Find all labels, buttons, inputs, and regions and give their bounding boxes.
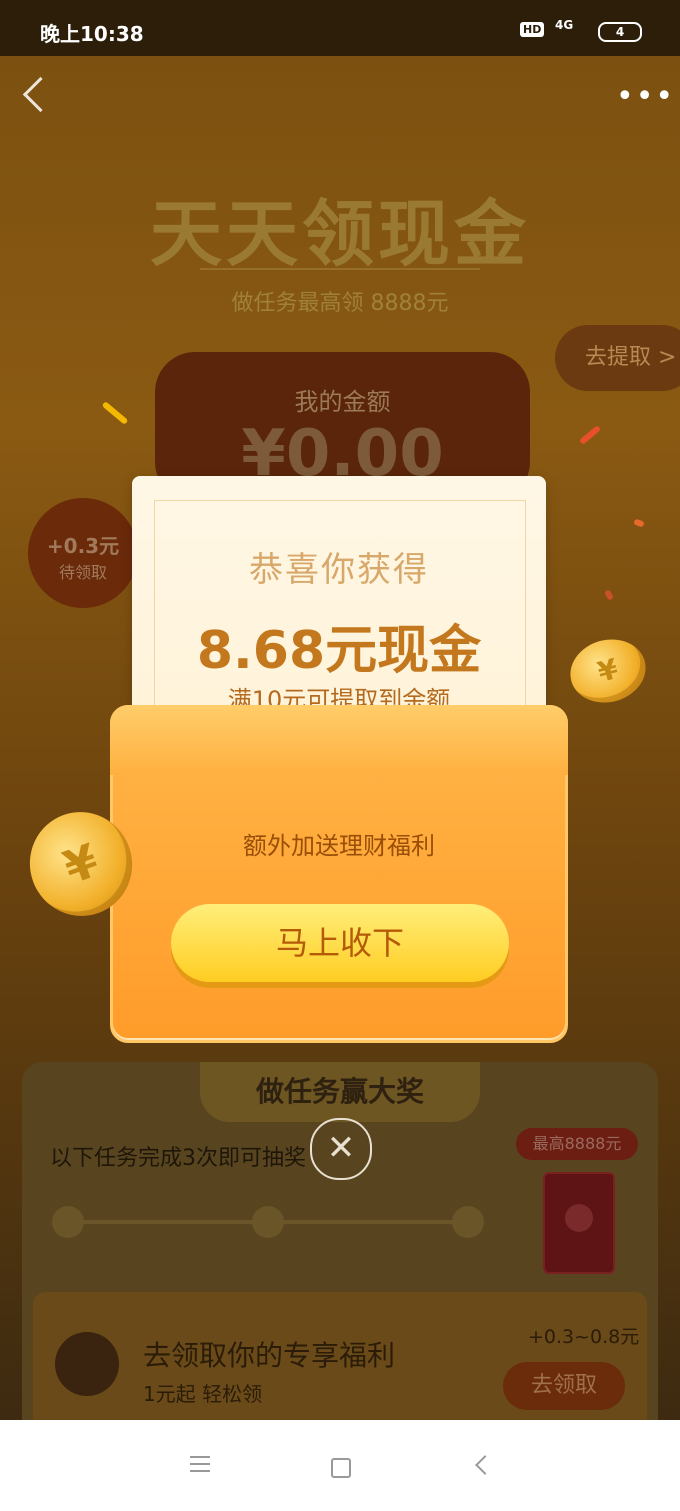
envelope-flap <box>110 705 568 775</box>
title-divider <box>200 268 480 270</box>
top-nav: ••• <box>0 70 680 130</box>
task-description: 以下任务完成3次即可抽奖 <box>50 1146 306 1171</box>
pending-amount: +0.3元 <box>46 534 120 558</box>
red-envelope-icon[interactable] <box>543 1172 615 1274</box>
nav-back-icon[interactable] <box>475 1455 495 1475</box>
back-icon[interactable] <box>22 76 59 113</box>
hd-icon: HD <box>520 22 545 37</box>
task-panel-title: 做任务赢大奖 <box>200 1062 480 1122</box>
menu-icon[interactable] <box>190 1456 210 1477</box>
page-subtitle: 做任务最高领 8888元 <box>231 291 449 316</box>
withdraw-button[interactable]: 去提取 > <box>555 325 680 391</box>
max-reward-badge: 最高8888元 <box>516 1128 638 1160</box>
benefit-title: 去领取你的专享福利 <box>143 1339 396 1372</box>
extra-bonus-text: 额外加送理财福利 <box>243 832 435 860</box>
home-icon[interactable] <box>331 1458 351 1478</box>
claim-benefit-button[interactable]: 去领取 <box>503 1362 625 1410</box>
congrats-text: 恭喜你获得 <box>249 550 429 590</box>
benefit-subtitle: 1元起 轻松领 <box>143 1382 263 1406</box>
prize-amount: 8.68元现金 <box>196 621 482 681</box>
signal-icon: 4G <box>555 18 574 32</box>
pending-label: 待领取 <box>58 563 107 582</box>
progress-step <box>452 1206 484 1238</box>
status-bar: 晚上10:38 HD 4G 4 <box>0 0 680 56</box>
balance-label: 我的金额 <box>294 388 391 416</box>
camera-icon <box>55 1332 119 1396</box>
battery-icon: 4 <box>598 22 642 42</box>
page-title: 天天领现金 <box>149 192 530 276</box>
accept-button[interactable]: 马上收下 <box>171 904 509 982</box>
pending-bubble[interactable]: +0.3元 待领取 <box>28 498 138 608</box>
close-popup-button[interactable]: ✕ <box>310 1118 372 1180</box>
benefit-reward: +0.3~0.8元 <box>528 1326 640 1348</box>
system-nav-bar <box>0 1420 680 1511</box>
status-time: 晚上10:38 <box>40 22 144 46</box>
benefit-card: 去领取你的专享福利 1元起 轻松领 +0.3~0.8元 去领取 <box>33 1292 647 1420</box>
progress-step <box>52 1206 84 1238</box>
envelope-seal <box>565 1204 593 1232</box>
progress-step <box>252 1206 284 1238</box>
more-icon[interactable]: ••• <box>616 82 675 112</box>
